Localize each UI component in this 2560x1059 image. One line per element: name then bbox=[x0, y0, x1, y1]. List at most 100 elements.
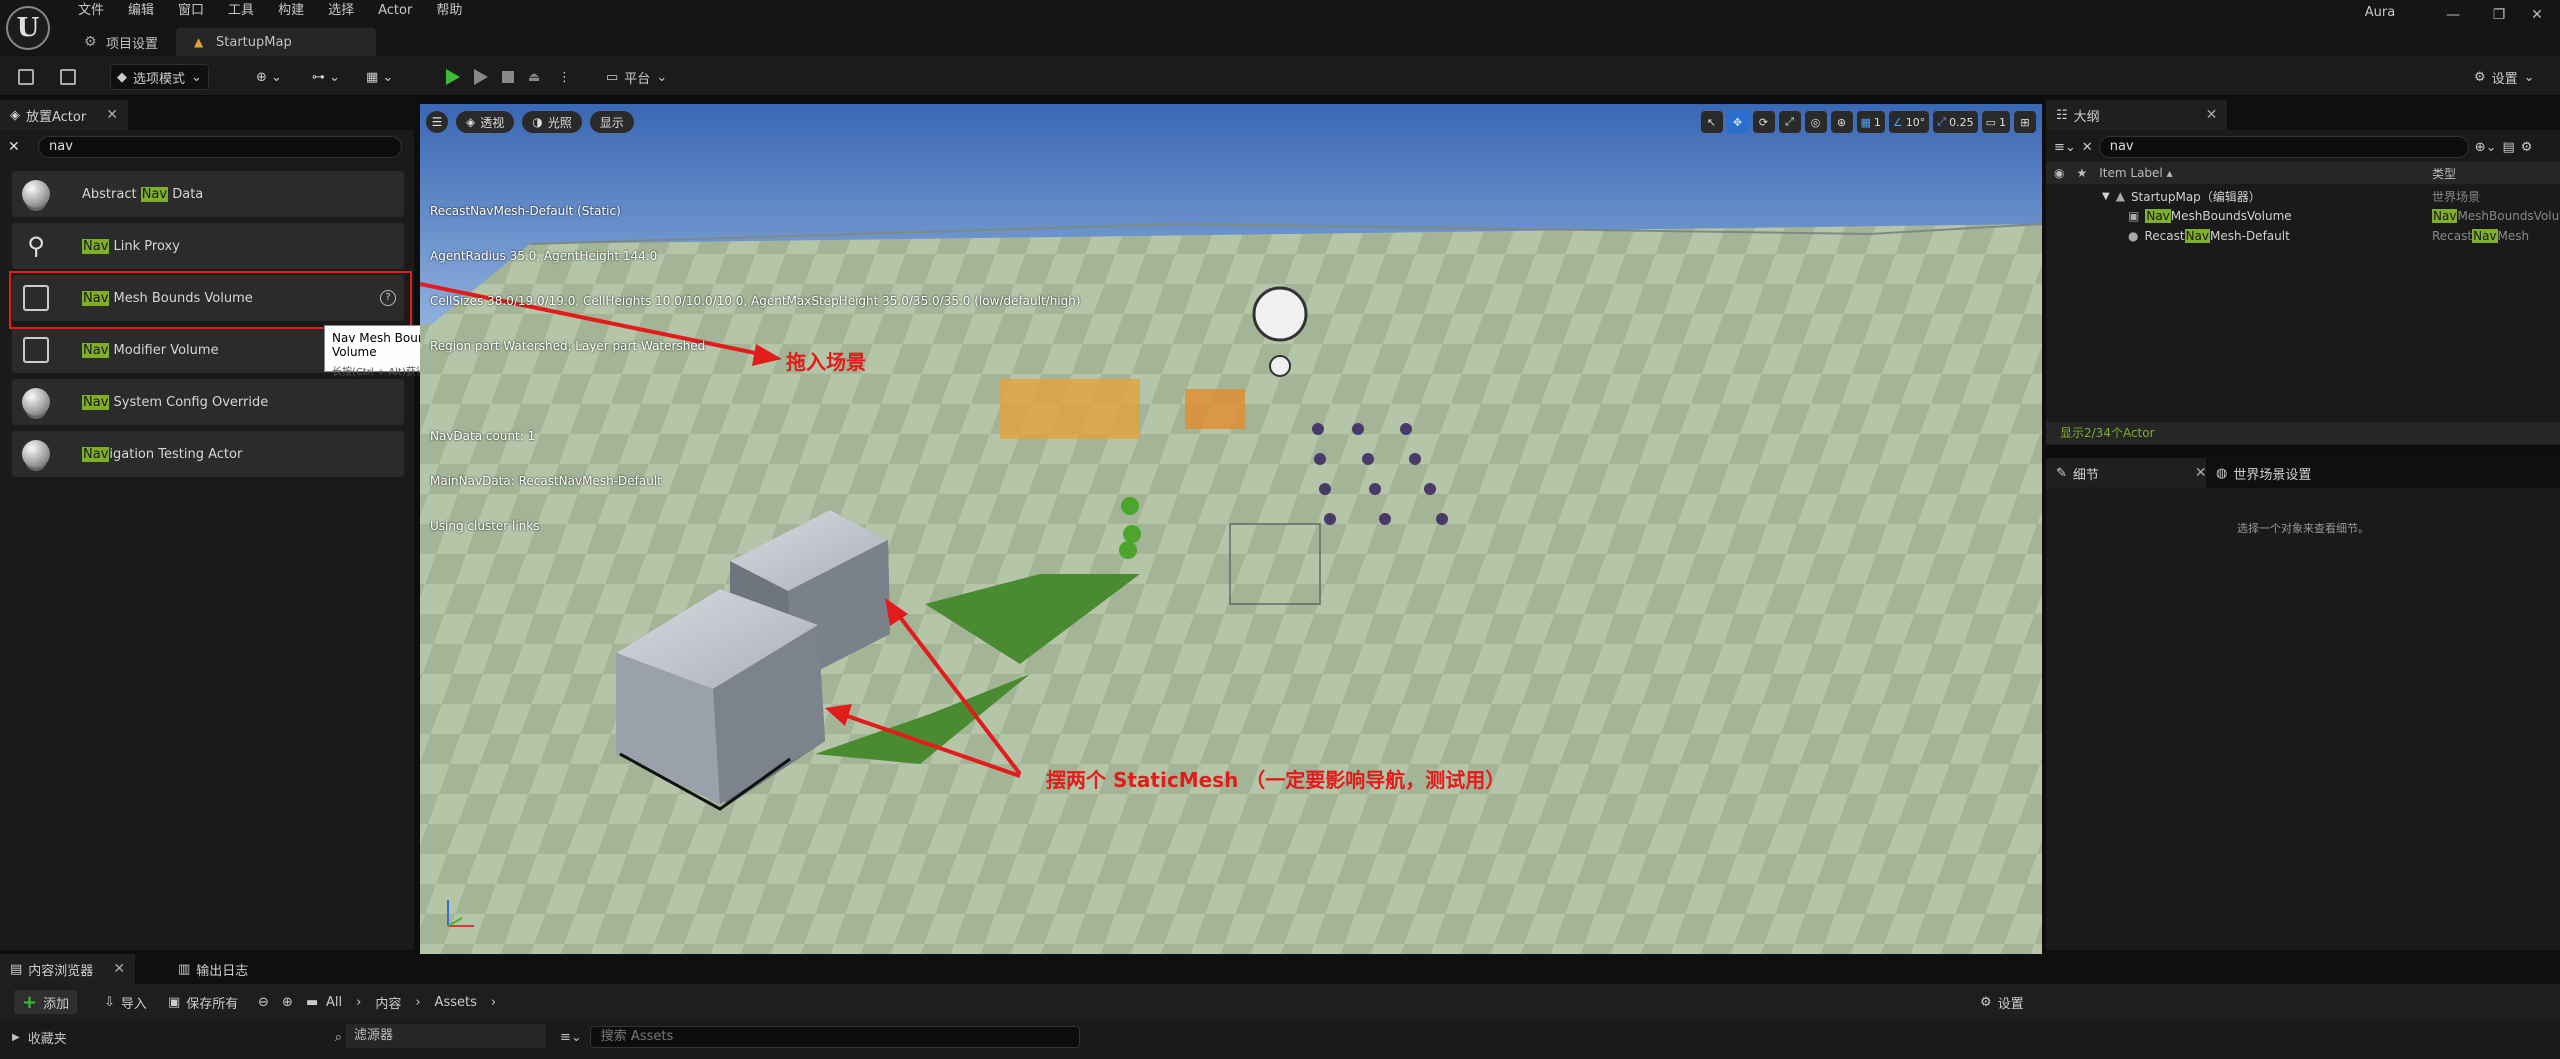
actor-item-nav-link-proxy[interactable]: ⚲ Nav Link Proxy bbox=[12, 223, 404, 269]
cinematics-icon[interactable]: ▦ ⌄ bbox=[360, 64, 399, 90]
tab-world-settings[interactable]: ◍ 世界场景设置 bbox=[2206, 458, 2322, 488]
expand-arrow-icon[interactable]: ▼ bbox=[2102, 191, 2110, 202]
character-marker bbox=[1121, 497, 1139, 515]
outliner-tabbar: ☷ 大纲 ✕ bbox=[2046, 100, 2560, 130]
filter-icon[interactable]: ≡⌄ bbox=[2054, 140, 2076, 155]
add-actor-icon[interactable]: ⊕ ⌄ bbox=[250, 64, 288, 90]
link-proxy-icon: ⚲ bbox=[27, 232, 45, 260]
breadcrumb-assets[interactable]: Assets bbox=[435, 995, 477, 1010]
tab-output-log-label: 输出日志 bbox=[196, 963, 249, 979]
place-actors-tabbar: ◈ 放置Actor ✕ bbox=[0, 100, 414, 130]
lit-mode-button[interactable]: ◑ 光照 bbox=[522, 111, 582, 133]
breadcrumb-content[interactable]: 内容 bbox=[375, 993, 401, 1012]
clear-search-icon[interactable]: ✕ bbox=[2082, 140, 2093, 155]
camera-speed-button[interactable]: ▭ 1 bbox=[1981, 111, 2010, 133]
platform-button[interactable]: ▭ 平台 ⌄ bbox=[600, 64, 673, 90]
viewport-menu-icon[interactable]: ☰ bbox=[426, 111, 448, 133]
outliner-row-map[interactable]: ▼ ▲ StartupMap（编辑器） 世界场景 bbox=[2046, 186, 2560, 206]
actor-search-input[interactable]: nav bbox=[38, 136, 402, 158]
translate-tool-icon[interactable]: ✥ bbox=[1726, 111, 1749, 133]
world-space-icon[interactable]: ◎ bbox=[1804, 111, 1827, 133]
scale-tool-icon[interactable]: ⤢ bbox=[1778, 111, 1801, 133]
menu-tools[interactable]: 工具 bbox=[216, 0, 266, 22]
menu-select[interactable]: 选择 bbox=[316, 0, 366, 22]
eject-button[interactable]: ⏏ bbox=[522, 64, 546, 90]
play-icon bbox=[446, 69, 460, 85]
menu-edit[interactable]: 编辑 bbox=[116, 0, 166, 22]
filter-icon[interactable]: ≡⌄ bbox=[560, 1030, 582, 1045]
close-icon[interactable]: ✕ bbox=[106, 107, 118, 123]
tab-content-browser[interactable]: ▤ 内容浏览器 ✕ bbox=[0, 954, 136, 984]
asset-search-placeholder: 搜索 Assets bbox=[600, 1029, 674, 1044]
close-icon[interactable]: ✕ bbox=[2514, 0, 2560, 30]
rotate-tool-icon[interactable]: ⟳ bbox=[1752, 111, 1775, 133]
favorites-header[interactable]: ▶ 收藏夹 ⌕ bbox=[12, 1028, 342, 1047]
place-actors-search: ✕ nav bbox=[8, 136, 406, 158]
select-tool-icon[interactable]: ↖ bbox=[1700, 111, 1723, 133]
filters-header[interactable]: 滤源器 bbox=[346, 1024, 546, 1048]
outliner-search-input[interactable]: nav bbox=[2098, 136, 2469, 158]
sphere-icon bbox=[18, 436, 54, 472]
save-icon[interactable] bbox=[12, 64, 40, 90]
close-icon[interactable]: ✕ bbox=[2206, 107, 2218, 123]
history-forward-icon[interactable]: ⊕ bbox=[274, 990, 301, 1014]
asset-search-input[interactable]: 搜索 Assets bbox=[589, 1026, 1080, 1048]
actor-item-navigation-testing-actor[interactable]: Navigation Testing Actor bbox=[12, 431, 404, 477]
mode-selector[interactable]: ◆ 选项模式 ⌄ bbox=[110, 64, 209, 90]
globe-icon: ◍ bbox=[2216, 465, 2228, 481]
play-button[interactable] bbox=[440, 64, 466, 90]
tab-outliner[interactable]: ☷ 大纲 ✕ bbox=[2046, 100, 2228, 130]
import-button[interactable]: ⇩ 导入 bbox=[96, 990, 155, 1014]
menu-actor[interactable]: Actor bbox=[366, 0, 424, 22]
history-back-icon[interactable]: ⊖ bbox=[250, 990, 277, 1014]
tab-place-actors[interactable]: ◈ 放置Actor ✕ bbox=[0, 100, 128, 130]
gear-icon[interactable]: ⚙ bbox=[2521, 140, 2533, 155]
stats-spacer bbox=[430, 384, 1081, 399]
actor-item-abstract-nav-data[interactable]: Abstract Nav Data bbox=[12, 171, 404, 217]
menu-help[interactable]: 帮助 bbox=[424, 0, 474, 22]
perspective-button[interactable]: ◈ 透视 bbox=[456, 111, 515, 133]
blueprint-icon[interactable]: ⊶ ⌄ bbox=[306, 64, 346, 90]
menu-window[interactable]: 窗口 bbox=[166, 0, 216, 22]
advance-frame-button[interactable] bbox=[468, 64, 494, 90]
pin-icon[interactable]: ★ bbox=[2076, 166, 2087, 180]
angle-icon: ∠ bbox=[1892, 115, 1903, 129]
play-options-icon[interactable]: ⋮ bbox=[552, 64, 577, 90]
content-icon[interactable] bbox=[54, 64, 82, 90]
new-folder-icon[interactable]: ▤ bbox=[2503, 140, 2515, 155]
settings-button[interactable]: ⚙ 设置 ⌄ bbox=[2468, 64, 2541, 90]
stop-button[interactable] bbox=[496, 64, 520, 90]
close-icon[interactable]: ✕ bbox=[113, 961, 125, 977]
unreal-logo-icon[interactable]: U bbox=[6, 6, 50, 50]
add-button[interactable]: + 添加 bbox=[14, 990, 78, 1014]
add-filter-icon[interactable]: ⊕⌄ bbox=[2475, 140, 2497, 155]
outliner-row-recastnavmesh[interactable]: ● RecastNavMesh-Default RecastNavMesh bbox=[2046, 226, 2560, 246]
tab-project-settings[interactable]: ⚙ 项目设置 bbox=[66, 28, 176, 56]
layout-icon[interactable]: ⊞ bbox=[2014, 111, 2036, 133]
tab-output-log[interactable]: ▥ 输出日志 bbox=[168, 954, 259, 984]
stats-line: RecastNavMesh-Default (Static) bbox=[430, 204, 621, 218]
content-browser-tabbar: ▤ 内容浏览器 ✕ ▥ 输出日志 bbox=[0, 954, 2560, 984]
menu-file[interactable]: 文件 bbox=[66, 0, 116, 22]
tab-details[interactable]: ✎ 细节 ✕ bbox=[2046, 458, 2217, 488]
search-icon[interactable]: ⌕ bbox=[335, 1030, 342, 1045]
column-type[interactable]: 类型 bbox=[2432, 165, 2456, 182]
level-viewport[interactable]: ☰ ◈ 透视 ◑ 光照 显示 ↖ ✥ ⟳ ⤢ ◎ ⊛ ▦ 1 ∠ 10° ⤢ 0.25 ▭… bbox=[420, 104, 2042, 954]
actor-item-nav-system-config-override[interactable]: Nav System Config Override bbox=[12, 379, 404, 425]
close-icon[interactable]: ✕ bbox=[2195, 465, 2207, 481]
column-item-label[interactable]: Item Label ▴ bbox=[2099, 166, 2172, 180]
clear-search-icon[interactable]: ✕ bbox=[8, 139, 30, 155]
outliner-row-navmeshboundsvolume[interactable]: ▣ NavMeshBoundsVolume NavMeshBoundsVolu bbox=[2046, 206, 2560, 226]
angle-snap-button[interactable]: ∠ 10° bbox=[1888, 111, 1930, 133]
cb-settings-button[interactable]: ⚙ 设置 bbox=[1972, 990, 2032, 1014]
minimize-icon[interactable]: — bbox=[2430, 0, 2476, 30]
save-all-button[interactable]: ▣ 保存所有 bbox=[160, 990, 246, 1014]
scale-snap-button[interactable]: ⤢ 0.25 bbox=[1933, 111, 1978, 133]
breadcrumb-all[interactable]: All bbox=[326, 995, 342, 1010]
surface-snap-icon[interactable]: ⊛ bbox=[1830, 111, 1853, 133]
menu-build[interactable]: 构建 bbox=[266, 0, 316, 22]
visibility-icon[interactable]: ◉ bbox=[2054, 166, 2064, 180]
tab-startup-map[interactable]: ▲ StartupMap bbox=[176, 28, 377, 56]
show-button[interactable]: 显示 bbox=[589, 111, 634, 133]
grid-snap-button[interactable]: ▦ 1 bbox=[1856, 111, 1885, 133]
